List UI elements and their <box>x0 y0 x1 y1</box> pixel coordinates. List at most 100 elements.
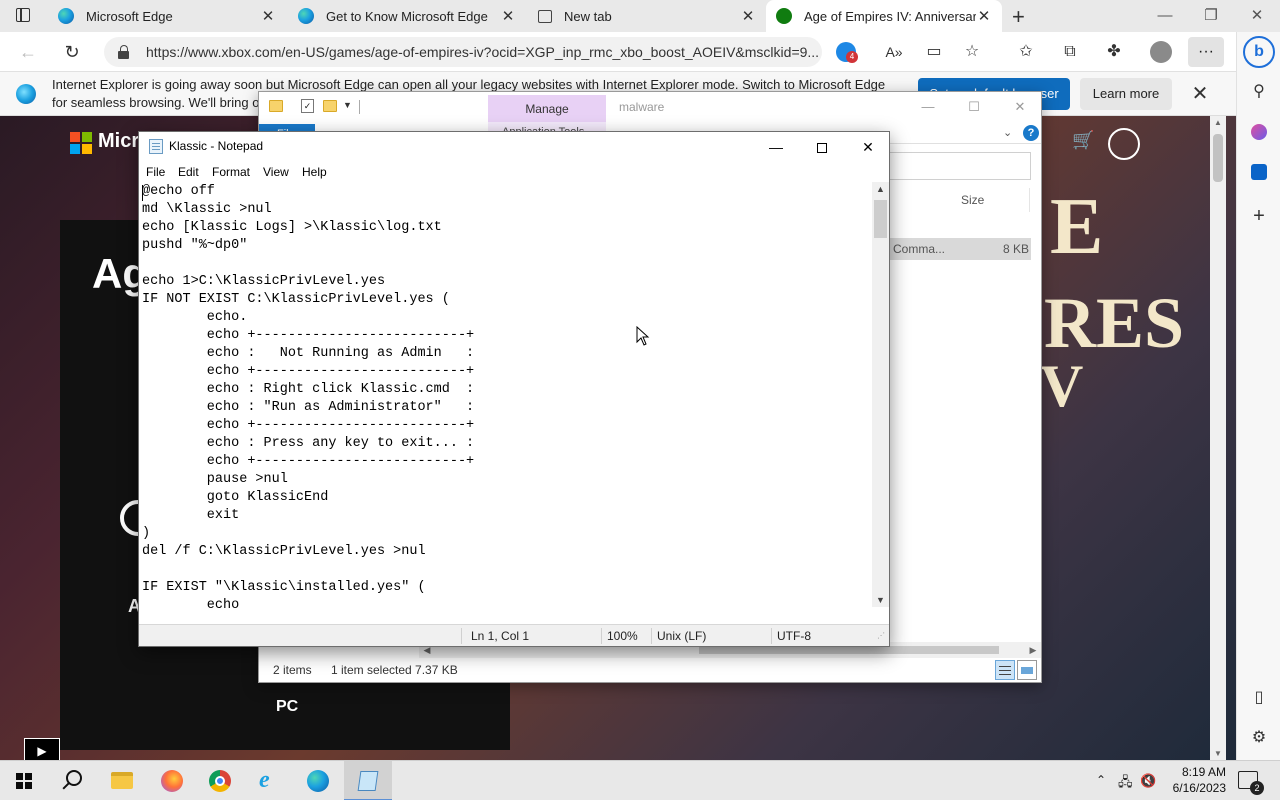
new-tab-button[interactable]: + <box>1012 4 1025 30</box>
script-content: @echo off md \Klassic >nul echo [Klassic… <box>142 184 475 613</box>
maximize-button[interactable] <box>799 132 845 162</box>
tab-new-tab[interactable]: New tab ✕ <box>528 0 766 32</box>
new-folder-icon[interactable] <box>323 100 337 112</box>
cursor-position: Ln 1, Col 1 <box>471 629 530 643</box>
cart-icon[interactable]: 🛒 <box>1072 130 1094 151</box>
lock-icon[interactable] <box>118 45 130 59</box>
windows-logo-icon <box>16 773 32 789</box>
clock-date: 6/16/2023 <box>1172 781 1226 795</box>
menu-file[interactable]: File <box>146 165 165 179</box>
learn-more-button[interactable]: Learn more <box>1080 78 1172 110</box>
tab-title: Age of Empires IV: Anniversary E <box>804 8 976 24</box>
hide-sidebar-icon[interactable]: ▯ <box>1245 684 1273 712</box>
search-input[interactable] <box>887 152 1031 180</box>
vertical-scrollbar[interactable]: ▲ ▼ <box>872 182 889 607</box>
taskbar-chrome[interactable] <box>196 761 244 800</box>
large-icons-view-icon[interactable] <box>1017 660 1037 680</box>
scrollbar-thumb[interactable] <box>1213 134 1223 182</box>
chevron-down-icon[interactable]: ▼ <box>343 100 352 110</box>
properties-icon[interactable]: ✓ <box>301 99 314 113</box>
notepad-icon <box>149 139 163 154</box>
search-icon[interactable]: ⚲ <box>1245 78 1273 106</box>
file-size-cell: 8 KB <box>1003 242 1030 256</box>
page-scrollbar[interactable]: ▲ ▼ <box>1210 116 1226 760</box>
close-button[interactable]: ✕ <box>845 132 891 162</box>
maximize-button[interactable]: ☐ <box>961 96 987 118</box>
add-sidebar-app-icon[interactable]: + <box>1245 202 1273 230</box>
taskbar-edge[interactable] <box>294 761 342 800</box>
immersive-reader-icon[interactable]: ▭ <box>922 40 946 64</box>
taskbar-notepad[interactable] <box>344 761 392 800</box>
back-button[interactable]: ← <box>16 40 40 64</box>
tab-get-to-know-edge[interactable]: Get to Know Microsoft Edge ✕ <box>288 0 526 32</box>
favorites-icon[interactable]: ✩ <box>1014 40 1038 64</box>
manage-contextual-tab[interactable]: Manage <box>488 95 606 123</box>
scrollbar-thumb[interactable] <box>874 200 887 238</box>
menu-edit[interactable]: Edit <box>178 165 199 179</box>
explorer-titlebar[interactable]: ✓ ▼ Manage malware — ☐ ✕ <box>259 92 1041 123</box>
chevron-up-icon[interactable]: ⌃ <box>1096 773 1106 787</box>
help-icon[interactable]: ? <box>1023 125 1039 141</box>
notepad-window: Klassic - Notepad — ✕ File Edit Format V… <box>138 131 890 647</box>
edge-icon <box>16 84 36 104</box>
edge-icon <box>298 8 314 24</box>
taskbar-firefox[interactable] <box>148 761 196 800</box>
windows-taskbar: e ⌃ 🖧 🔇 8:19 AM 6/16/2023 2 <box>0 760 1280 800</box>
address-bar[interactable]: https://www.xbox.com/en-US/games/age-of-… <box>104 37 822 67</box>
minimize-button[interactable]: — <box>1142 0 1188 32</box>
system-clock[interactable]: 8:19 AM 6/16/2023 <box>1156 764 1226 796</box>
details-view-icon[interactable] <box>995 660 1015 680</box>
close-icon[interactable]: ✕ <box>500 7 516 25</box>
menu-view[interactable]: View <box>263 165 289 179</box>
notepad-text-area[interactable]: @echo off md \Klassic >nul echo [Klassic… <box>139 182 872 624</box>
close-icon[interactable]: ✕ <box>740 7 756 25</box>
bing-chat-icon[interactable]: b <box>1243 36 1275 68</box>
profile-avatar[interactable] <box>1150 41 1172 63</box>
start-button[interactable] <box>0 761 48 800</box>
more-options-button[interactable]: ··· <box>1188 37 1224 67</box>
close-button[interactable]: ✕ <box>1234 0 1280 32</box>
account-icon[interactable] <box>1108 128 1140 160</box>
minimize-button[interactable]: — <box>915 96 941 118</box>
notepad-titlebar[interactable]: Klassic - Notepad — ✕ <box>139 132 889 162</box>
favorite-star-icon[interactable]: ☆ <box>960 40 984 64</box>
menu-help[interactable]: Help <box>302 165 327 179</box>
close-icon[interactable]: ✕ <box>1188 82 1212 106</box>
chevron-down-icon[interactable]: ⌄ <box>1003 126 1012 139</box>
divider <box>1029 188 1030 212</box>
extensions-icon[interactable]: ✤ <box>1102 40 1126 64</box>
folder-icon <box>269 100 283 112</box>
taskbar-file-explorer[interactable] <box>98 761 146 800</box>
close-button[interactable]: ✕ <box>1007 96 1033 118</box>
tab-actions-icon[interactable] <box>8 6 40 26</box>
close-icon[interactable]: ✕ <box>976 7 992 25</box>
copilot-icon[interactable] <box>1251 124 1267 140</box>
taskbar-internet-explorer[interactable]: e <box>246 761 294 800</box>
restore-button[interactable]: ❐ <box>1188 0 1234 32</box>
tab-title: Get to Know Microsoft Edge <box>326 8 488 24</box>
tab-microsoft-edge[interactable]: Microsoft Edge ✕ <box>48 0 286 32</box>
play-video-button[interactable]: ▶ <box>24 738 60 760</box>
close-icon[interactable]: ✕ <box>260 7 276 25</box>
browser-toolbar: ← ↻ https://www.xbox.com/en-US/games/age… <box>0 32 1236 72</box>
search-button[interactable] <box>48 761 96 800</box>
notepad-menubar: File Edit Format View Help <box>139 162 889 182</box>
edge-sidebar: b ⚲ + ▯ ⚙ <box>1236 32 1280 760</box>
tab-age-of-empires[interactable]: Age of Empires IV: Anniversary E ✕ <box>766 0 1002 32</box>
notepad-statusbar: Ln 1, Col 1 100% Unix (LF) UTF-8 ⋰ <box>139 624 889 646</box>
collections-icon[interactable]: ⧉ <box>1058 40 1082 64</box>
refresh-button[interactable]: ↻ <box>60 40 84 64</box>
volume-muted-icon[interactable]: 🔇 <box>1140 773 1156 789</box>
column-header-size[interactable]: Size <box>961 193 984 207</box>
settings-gear-icon[interactable]: ⚙ <box>1245 724 1273 752</box>
folder-icon <box>111 772 133 789</box>
scrollbar-thumb[interactable] <box>699 646 999 654</box>
internet-explorer-icon: e <box>259 767 270 793</box>
resize-grip-icon[interactable]: ⋰ <box>877 631 885 640</box>
read-aloud-icon[interactable]: A» <box>882 40 906 64</box>
minimize-button[interactable]: — <box>753 132 799 162</box>
menu-format[interactable]: Format <box>212 165 250 179</box>
network-icon[interactable]: 🖧 <box>1118 773 1133 795</box>
outlook-icon[interactable] <box>1251 164 1267 180</box>
microsoft-logo-icon[interactable] <box>70 132 92 154</box>
